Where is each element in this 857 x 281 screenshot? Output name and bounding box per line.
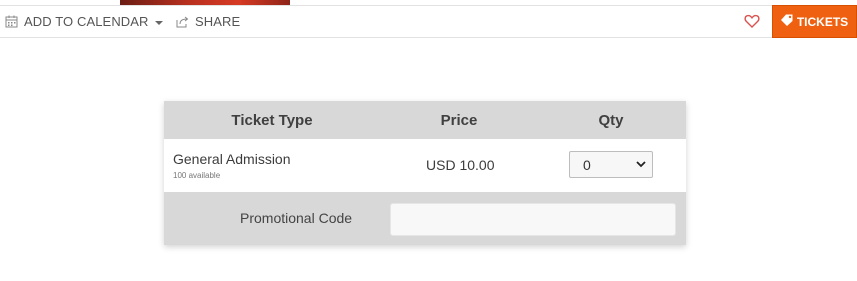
- share-label: SHARE: [195, 14, 241, 29]
- table-row: General Admission 100 available USD 10.0…: [164, 139, 686, 192]
- share-icon: [176, 16, 189, 28]
- caret-down-icon: [154, 20, 163, 25]
- quantity-value: 0: [583, 156, 591, 173]
- ticket-availability: 100 available: [173, 171, 221, 180]
- ticket-table: Ticket Type Price Qty General Admission …: [164, 101, 686, 245]
- ticket-type-name: General Admission: [173, 151, 291, 167]
- calendar-icon: [5, 15, 18, 28]
- promo-code-input[interactable]: [390, 203, 676, 236]
- header-price: Price: [440, 111, 478, 129]
- action-bar: ADD TO CALENDAR SHARE TICKETS: [0, 5, 857, 38]
- ticket-table-header: Ticket Type Price Qty: [164, 101, 686, 139]
- ticket-price: USD 10.00: [426, 157, 495, 173]
- add-to-calendar-button[interactable]: ADD TO CALENDAR: [5, 6, 163, 37]
- header-qty: Qty: [598, 111, 624, 129]
- quantity-select[interactable]: 0: [569, 151, 653, 178]
- header-ticket-type: Ticket Type: [231, 111, 313, 129]
- heart-icon[interactable]: [744, 13, 760, 29]
- ticket-icon: [780, 14, 797, 29]
- share-button[interactable]: SHARE: [176, 6, 240, 37]
- tickets-button[interactable]: TICKETS: [772, 5, 857, 38]
- promo-code-label: Promotional Code: [240, 210, 353, 226]
- tickets-label: TICKETS: [796, 14, 849, 29]
- add-to-calendar-label: ADD TO CALENDAR: [24, 14, 149, 29]
- promo-code-row: Promotional Code: [164, 192, 686, 245]
